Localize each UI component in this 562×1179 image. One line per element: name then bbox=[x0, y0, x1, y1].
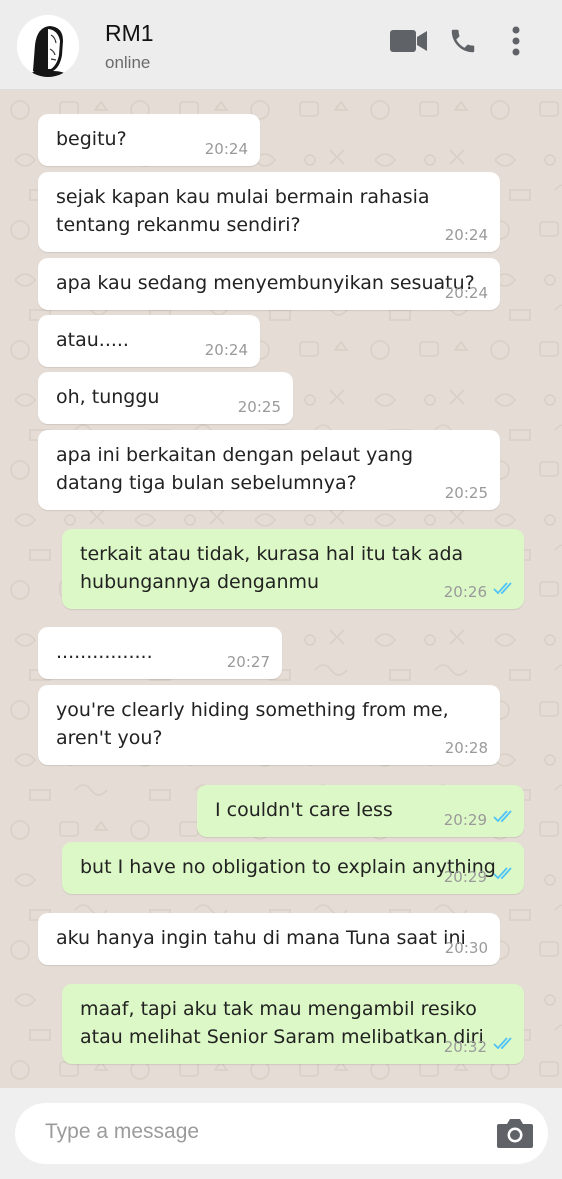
message-time: 20:28 bbox=[444, 739, 488, 757]
more-options-icon[interactable] bbox=[511, 25, 521, 61]
message-text: aku hanya ingin tahu di mana Tuna saat i… bbox=[56, 927, 466, 949]
message-time: 20:29 bbox=[443, 811, 487, 829]
message-text: ................ bbox=[56, 641, 153, 663]
message-text: you're clearly hiding something from me,… bbox=[56, 699, 449, 749]
message-input[interactable]: Type a message bbox=[15, 1103, 548, 1164]
read-receipt-icon bbox=[493, 803, 515, 831]
message-time: 20:25 bbox=[237, 398, 281, 416]
read-receipt-icon bbox=[493, 1030, 515, 1058]
message-text: terkait atau tidak, kurasa hal itu tak a… bbox=[80, 543, 464, 593]
video-call-icon[interactable] bbox=[390, 29, 428, 57]
message-bubble-incoming[interactable]: aku hanya ingin tahu di mana Tuna saat i… bbox=[38, 913, 500, 965]
message-list[interactable]: begitu? 20:24 sejak kapan kau mulai berm… bbox=[0, 90, 562, 1088]
message-bubble-incoming[interactable]: sejak kapan kau mulai bermain rahasia te… bbox=[38, 172, 500, 252]
message-bubble-incoming[interactable]: apa kau sedang menyembunyikan sesuatu? 2… bbox=[38, 258, 500, 310]
message-text: apa kau sedang menyembunyikan sesuatu? bbox=[56, 272, 475, 294]
message-bubble-outgoing[interactable]: I couldn't care less 20:29 bbox=[197, 785, 524, 837]
message-time: 20:24 bbox=[444, 284, 488, 302]
message-text: atau..... bbox=[56, 329, 129, 351]
message-bubble-outgoing[interactable]: but I have no obligation to explain anyt… bbox=[62, 842, 524, 894]
message-text: sejak kapan kau mulai bermain rahasia te… bbox=[56, 186, 430, 236]
message-time: 20:24 bbox=[204, 140, 248, 158]
message-time: 20:26 bbox=[443, 583, 487, 601]
composer-bar: Type a message bbox=[0, 1088, 562, 1179]
message-text: but I have no obligation to explain anyt… bbox=[80, 856, 496, 878]
message-text: begitu? bbox=[56, 128, 127, 150]
message-text: oh, tunggu bbox=[56, 386, 160, 408]
message-bubble-outgoing[interactable]: terkait atau tidak, kurasa hal itu tak a… bbox=[62, 529, 524, 609]
message-bubble-incoming[interactable]: apa ini berkaitan dengan pelaut yang dat… bbox=[38, 430, 500, 510]
message-bubble-outgoing[interactable]: maaf, tapi aku tak mau mengambil resiko … bbox=[62, 984, 524, 1064]
voice-call-icon[interactable] bbox=[447, 26, 479, 60]
message-time: 20:30 bbox=[444, 939, 488, 957]
message-text: apa ini berkaitan dengan pelaut yang dat… bbox=[56, 444, 414, 494]
camera-icon[interactable] bbox=[496, 1117, 534, 1153]
message-time: 20:24 bbox=[444, 226, 488, 244]
message-time: 20:29 bbox=[443, 868, 487, 886]
message-bubble-incoming[interactable]: ................ 20:27 bbox=[38, 627, 282, 679]
contact-avatar[interactable] bbox=[17, 15, 79, 77]
message-time: 20:24 bbox=[204, 341, 248, 359]
message-time: 20:32 bbox=[443, 1038, 487, 1056]
read-receipt-icon bbox=[493, 860, 515, 888]
message-text: I couldn't care less bbox=[215, 799, 393, 821]
message-time: 20:25 bbox=[444, 484, 488, 502]
message-bubble-incoming[interactable]: atau..... 20:24 bbox=[38, 315, 260, 367]
message-bubble-incoming[interactable]: oh, tunggu 20:25 bbox=[38, 372, 293, 424]
message-bubble-incoming[interactable]: you're clearly hiding something from me,… bbox=[38, 685, 500, 765]
contact-status: online bbox=[105, 53, 151, 72]
contact-name[interactable]: RM1 bbox=[105, 20, 154, 47]
message-text: maaf, tapi aku tak mau mengambil resiko … bbox=[80, 998, 484, 1048]
message-time: 20:27 bbox=[226, 653, 270, 671]
chat-header: RM1 online bbox=[0, 0, 562, 90]
message-bubble-incoming[interactable]: begitu? 20:24 bbox=[38, 114, 260, 166]
message-input-placeholder: Type a message bbox=[45, 1120, 200, 1143]
read-receipt-icon bbox=[493, 575, 515, 603]
